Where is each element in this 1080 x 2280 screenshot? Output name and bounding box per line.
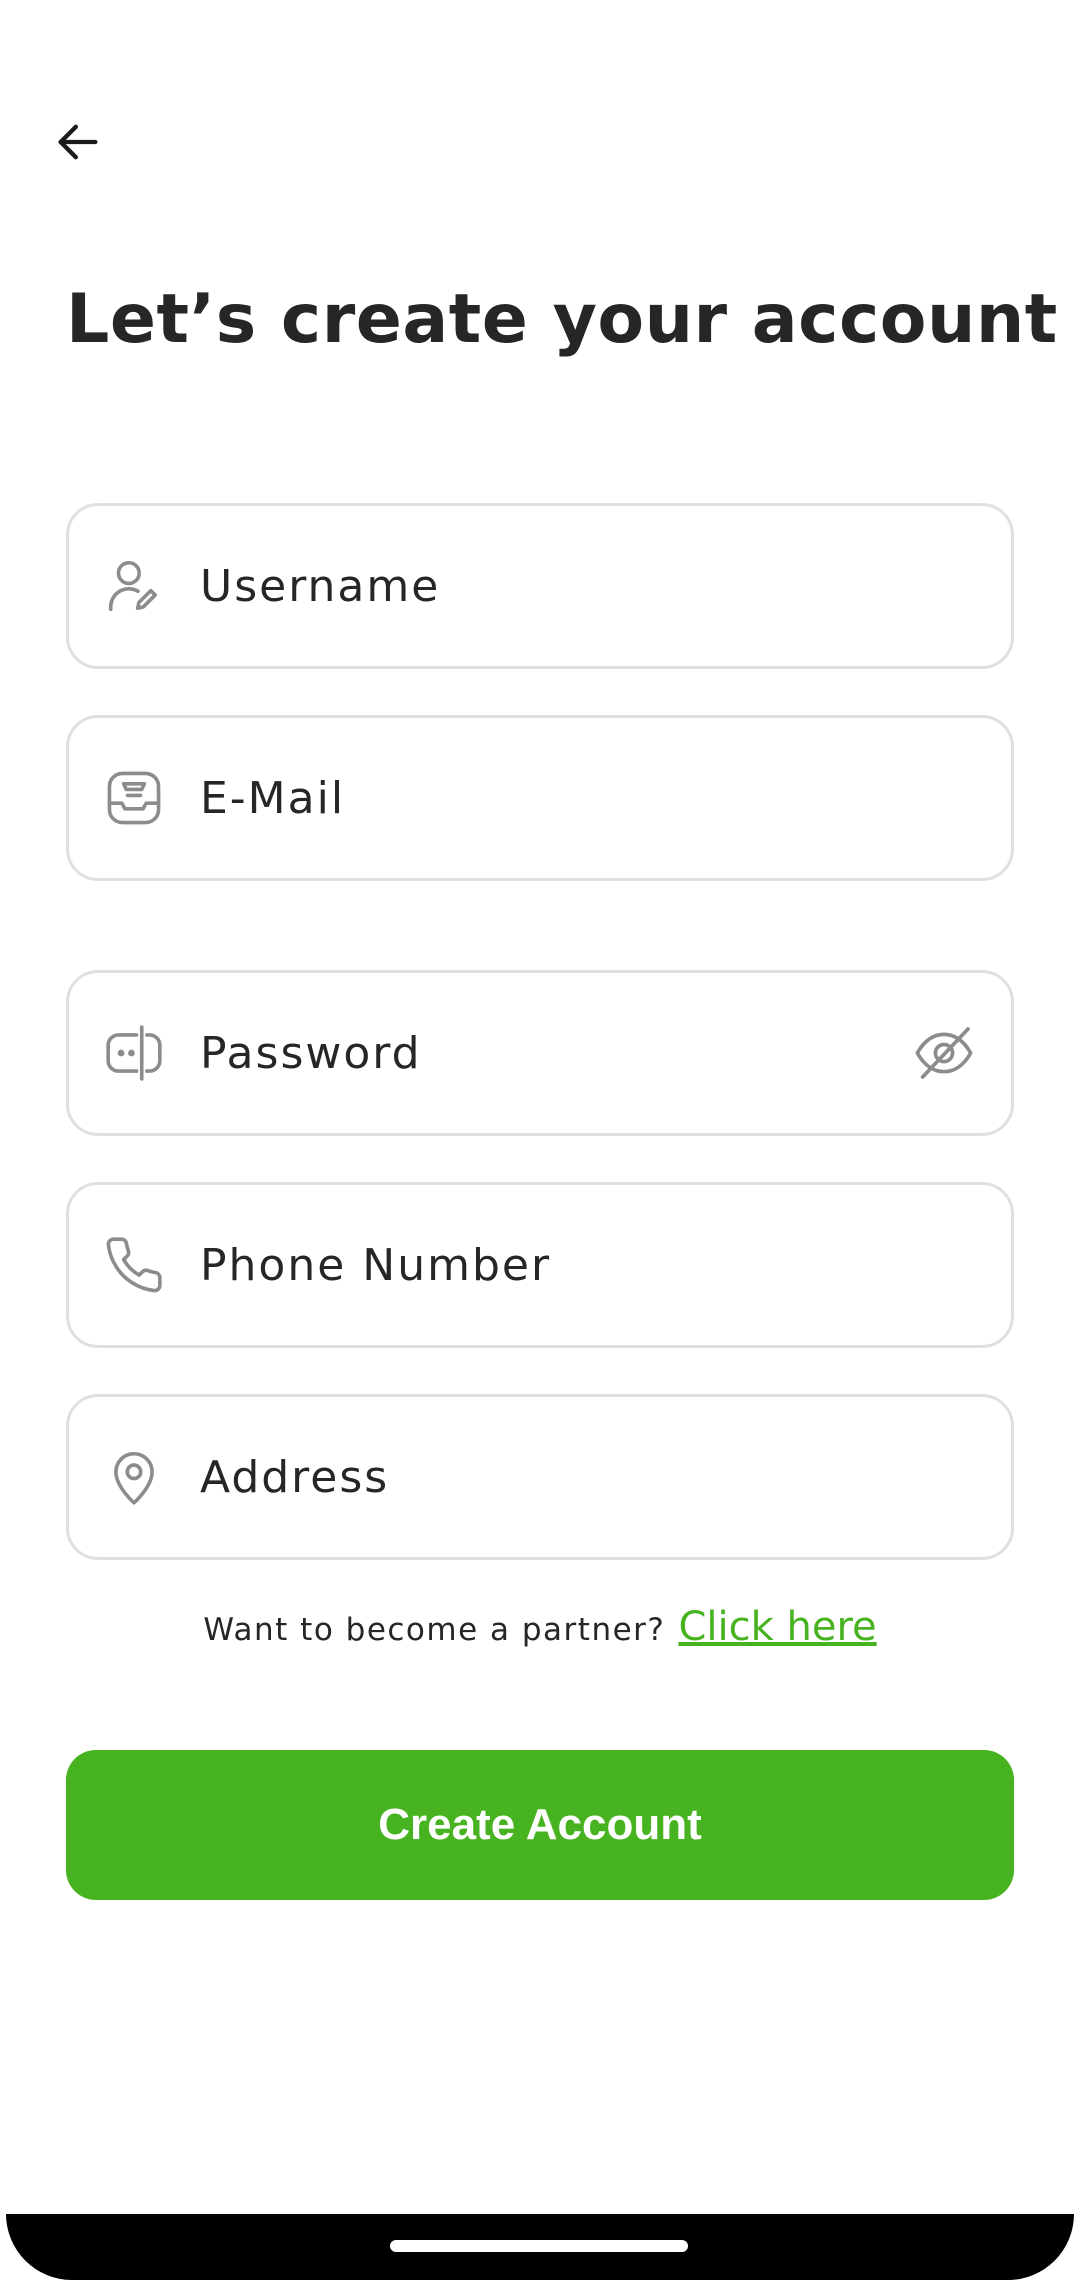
inbox-icon xyxy=(102,766,166,830)
password-input[interactable] xyxy=(200,973,909,1133)
phone-icon xyxy=(102,1233,166,1297)
partner-text: Want to become a partner? xyxy=(203,1612,666,1648)
password-visibility-toggle[interactable] xyxy=(909,1018,979,1088)
phone-input[interactable] xyxy=(200,1185,1011,1345)
username-field[interactable] xyxy=(66,503,1014,669)
create-account-button[interactable]: Create Account xyxy=(66,1750,1014,1900)
password-icon xyxy=(102,1021,166,1085)
email-field[interactable] xyxy=(66,715,1014,881)
location-pin-icon xyxy=(102,1445,166,1509)
password-field[interactable] xyxy=(66,970,1014,1136)
user-edit-icon xyxy=(102,554,166,618)
back-button[interactable] xyxy=(40,104,116,180)
eye-off-icon xyxy=(915,1027,973,1079)
home-indicator[interactable] xyxy=(390,2240,688,2252)
address-field[interactable] xyxy=(66,1394,1014,1560)
page-title: Let’s create your account xyxy=(66,280,1058,359)
phone-field[interactable] xyxy=(66,1182,1014,1348)
partner-prompt: Want to become a partner? Click here xyxy=(0,1604,1080,1650)
address-input[interactable] xyxy=(200,1397,1011,1557)
username-input[interactable] xyxy=(200,506,1011,666)
partner-link[interactable]: Click here xyxy=(678,1604,876,1650)
arrow-left-icon xyxy=(58,124,98,160)
email-input[interactable] xyxy=(200,718,1011,878)
